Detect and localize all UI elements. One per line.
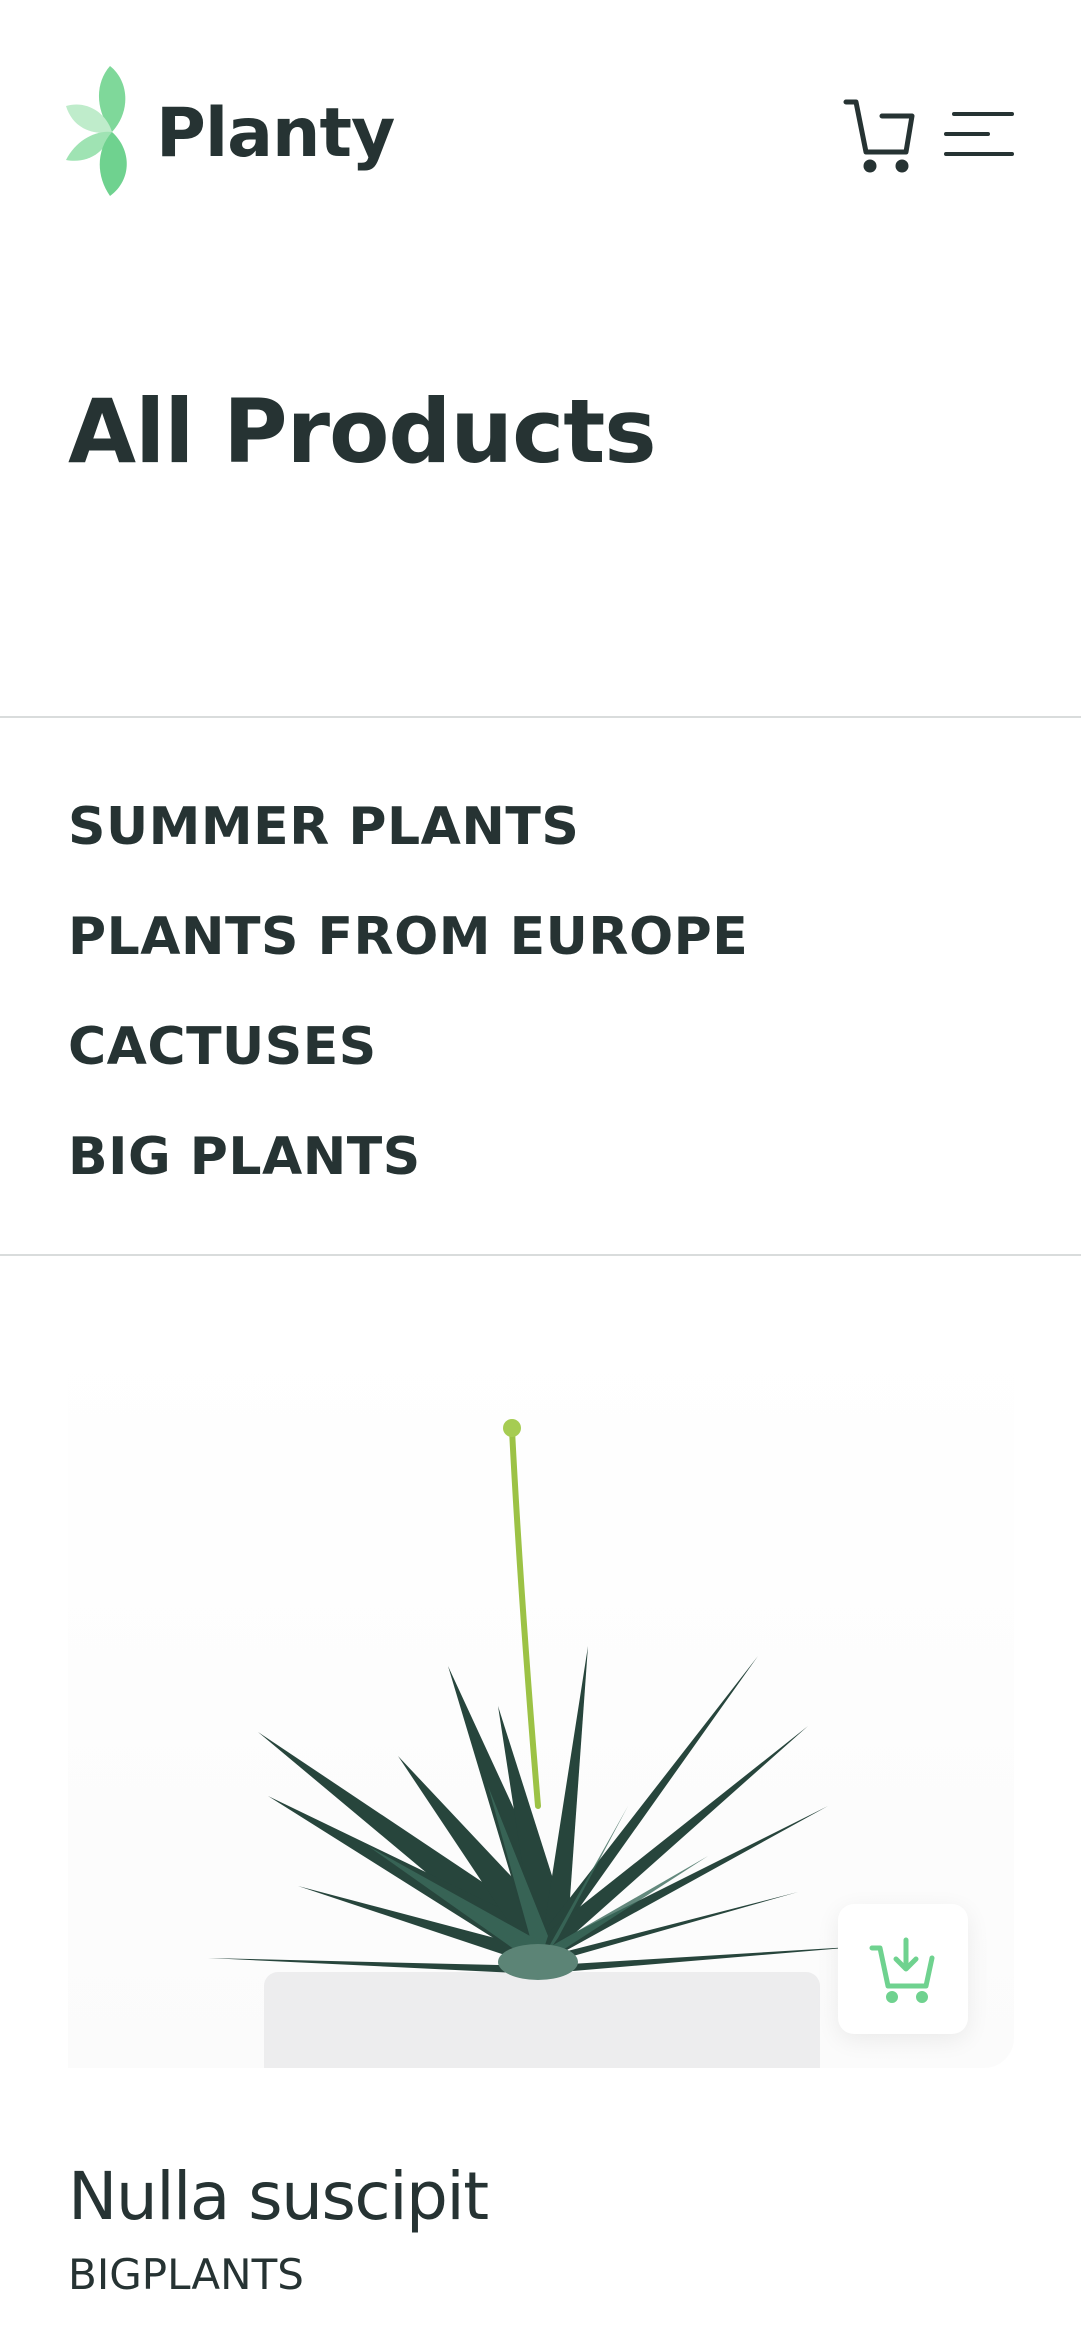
hamburger-menu-icon (944, 112, 1014, 156)
divider-top (0, 716, 1081, 718)
product-image[interactable] (68, 1326, 1014, 2068)
page-title: All Products (68, 380, 657, 483)
cart-icon (843, 99, 915, 173)
divider-bottom (0, 1254, 1081, 1256)
category-link-plants-from-europe[interactable]: PLANTS FROM EUROPE (68, 882, 748, 992)
add-to-cart-icon (869, 1937, 935, 2003)
cart-button[interactable] (842, 96, 918, 176)
site-header: Planty (0, 0, 1081, 270)
product-card: Nulla suscipit BIGPLANTS (68, 1326, 1014, 2299)
category-link-cactuses[interactable]: CACTUSES (68, 992, 748, 1102)
add-to-cart-button[interactable] (838, 1904, 968, 2034)
brand-name: Planty (156, 93, 395, 173)
category-link-summer-plants[interactable]: SUMMER PLANTS (68, 772, 748, 882)
category-list: SUMMER PLANTS PLANTS FROM EUROPE CACTUSE… (68, 772, 748, 1212)
product-category: BIGPLANTS (68, 2250, 304, 2299)
category-link-big-plants[interactable]: BIG PLANTS (68, 1102, 748, 1212)
brand-logo[interactable]: Planty (66, 66, 395, 196)
leaf-logo-icon (66, 66, 127, 196)
product-name[interactable]: Nulla suscipit (68, 2158, 489, 2235)
menu-button[interactable] (942, 108, 1016, 162)
